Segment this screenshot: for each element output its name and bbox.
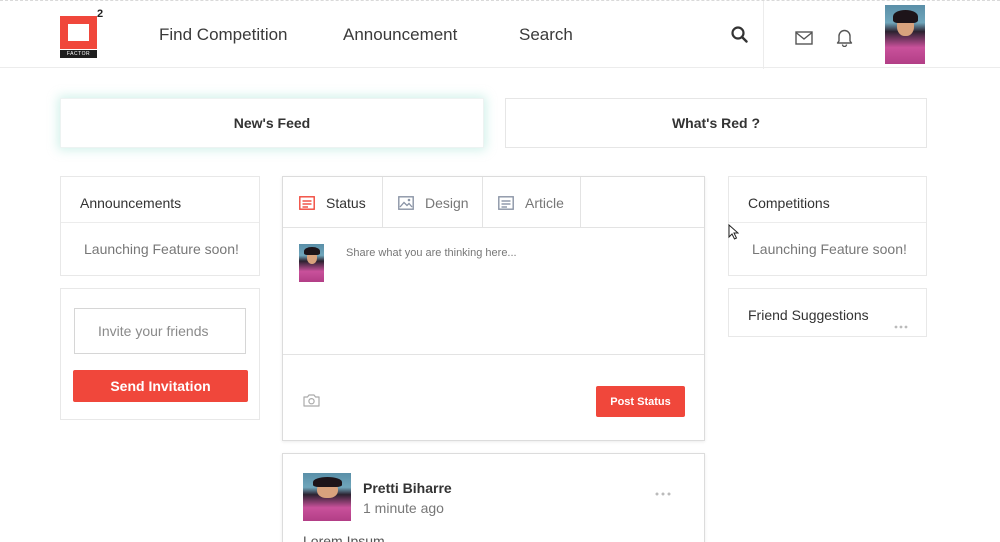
feed-post: Pretti Biharre 1 minute ago Lorem Ipsum: [282, 453, 705, 542]
post-author-name[interactable]: Pretti Biharre: [363, 480, 452, 496]
logo-superscript: 2: [97, 8, 104, 20]
tab-article[interactable]: Article: [483, 177, 581, 228]
nav-announcement[interactable]: Announcement: [343, 25, 457, 45]
friend-suggestions-more-icon[interactable]: [894, 316, 908, 334]
post-author-avatar[interactable]: [303, 473, 351, 521]
tab-whats-red[interactable]: What's Red ?: [505, 98, 927, 148]
post-status-button[interactable]: Post Status: [596, 386, 685, 417]
status-input[interactable]: Share what you are thinking here...: [346, 247, 517, 259]
competitions-title: Competitions: [729, 177, 926, 223]
tab-article-label: Article: [525, 194, 564, 211]
announcements-card: Announcements Launching Feature soon!: [60, 176, 260, 276]
profile-avatar[interactable]: [885, 5, 925, 64]
post-timestamp: 1 minute ago: [363, 500, 444, 516]
composer-divider: [283, 354, 704, 355]
mail-icon[interactable]: [795, 31, 813, 50]
logo-wordmark: FACTOR: [60, 50, 97, 58]
nav-find-competition[interactable]: Find Competition: [159, 25, 288, 45]
friend-suggestions-title: Friend Suggestions: [748, 307, 869, 323]
image-icon: [398, 195, 414, 210]
invite-friends-input[interactable]: [74, 308, 246, 354]
tab-design[interactable]: Design: [383, 177, 483, 228]
status-icon: [299, 195, 315, 210]
status-composer: Status Design Article Share what you are…: [282, 176, 705, 441]
mouse-pointer-icon: [728, 223, 740, 245]
announcements-text: Launching Feature soon!: [84, 241, 239, 257]
nav-search[interactable]: Search: [519, 25, 573, 45]
top-navbar: 2 FACTOR Find Competition Announcement S…: [0, 0, 1000, 69]
tab-status[interactable]: Status: [283, 177, 383, 228]
logo-mark: [60, 16, 97, 49]
article-icon: [498, 195, 514, 210]
friend-suggestions-card: Friend Suggestions: [728, 288, 927, 337]
post-more-icon[interactable]: [655, 483, 671, 501]
competitions-card: Competitions Launching Feature soon!: [728, 176, 927, 276]
search-icon[interactable]: [731, 26, 748, 48]
announcements-title: Announcements: [61, 177, 259, 223]
composer-avatar: [299, 244, 324, 282]
competitions-text: Launching Feature soon!: [752, 241, 907, 257]
nav-divider: [763, 1, 764, 69]
tab-news-feed[interactable]: New's Feed: [60, 98, 484, 148]
factor-logo[interactable]: 2 FACTOR: [60, 8, 103, 58]
post-body-text: Lorem Ipsum: [303, 533, 385, 542]
composer-tabs: Status Design Article: [283, 177, 704, 228]
camera-icon[interactable]: [303, 393, 320, 412]
send-invitation-button[interactable]: Send Invitation: [73, 370, 248, 402]
tab-design-label: Design: [425, 194, 469, 211]
bell-icon[interactable]: [836, 28, 853, 52]
tab-status-label: Status: [326, 194, 366, 211]
invite-card: Send Invitation: [60, 288, 260, 420]
